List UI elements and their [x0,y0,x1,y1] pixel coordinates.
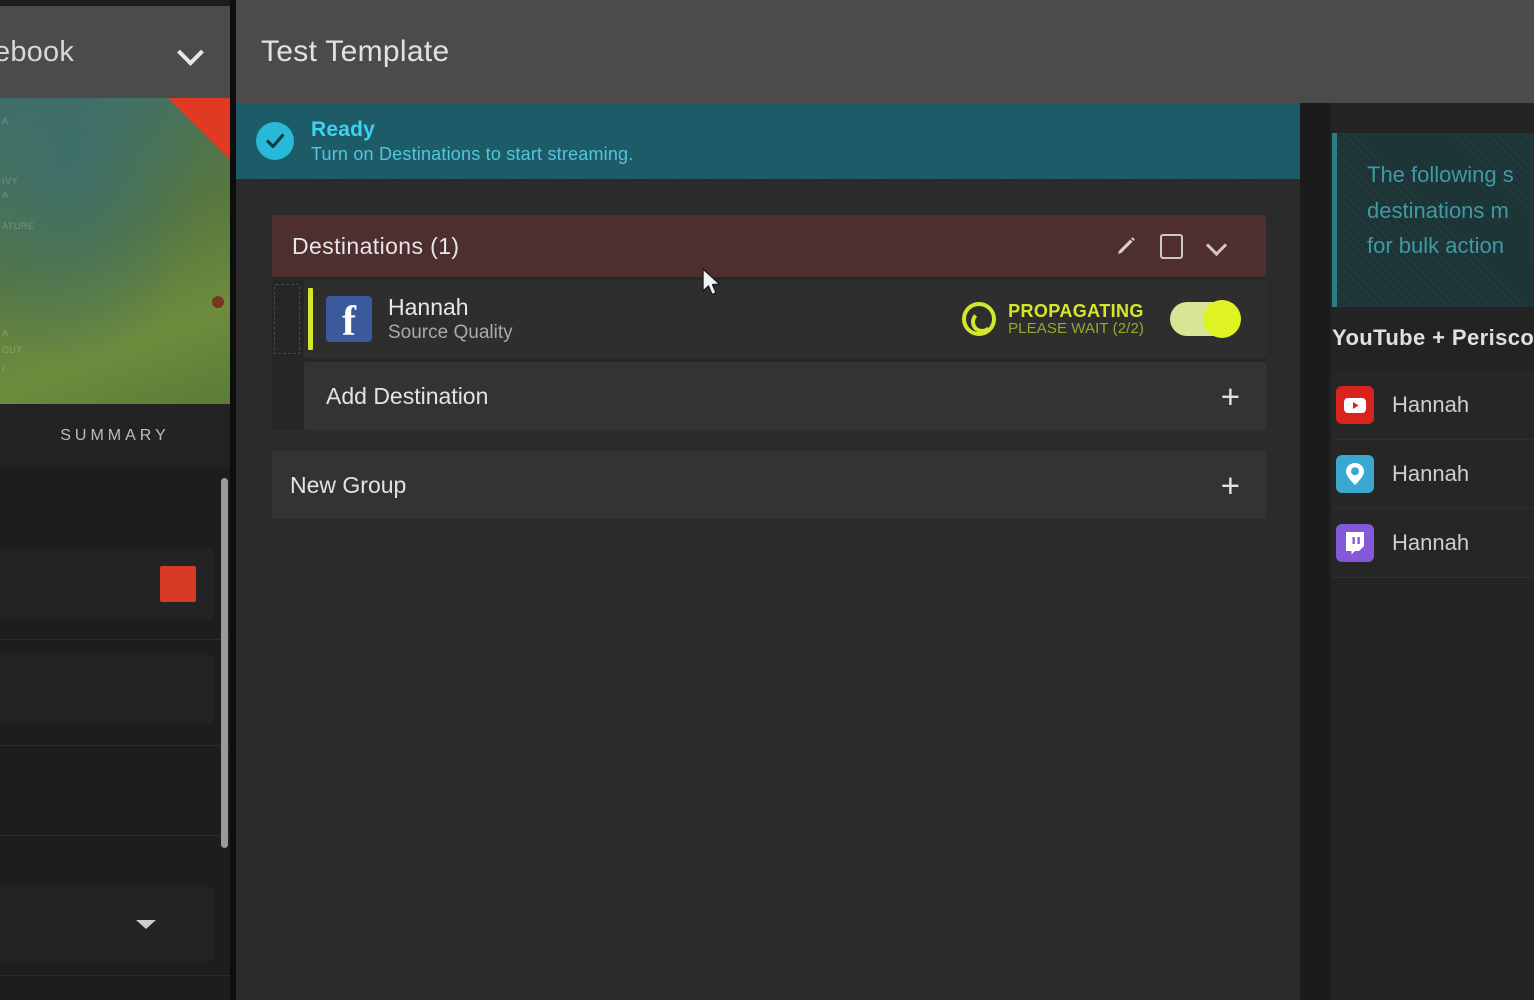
destination-status: PROPAGATING PLEASE WAIT (2/2) [962,300,1144,337]
page-title: Test Template [261,34,450,68]
right-panel-gap [1300,103,1330,1000]
add-destination-button[interactable]: Add Destination + [304,362,1266,430]
list-item[interactable] [0,887,214,961]
youtube-icon [1336,386,1374,424]
destination-name: Hannah [388,294,469,320]
destination-toggle[interactable] [1170,300,1241,338]
preview-ghost-line: ATURE [2,221,35,231]
plus-icon: + [1220,377,1240,415]
summary-tab[interactable]: SUMMARY [0,404,230,467]
main-content: Destinations (1) f Hannah Source Quality… [236,179,1300,1000]
left-sidebar-account-dropdown[interactable]: ebook [0,6,230,98]
spinner-icon [962,301,997,336]
preview-dot-marker [212,296,224,308]
status-subtitle: Turn on Destinations to start streaming. [311,143,634,164]
status-banner: Ready Turn on Destinations to start stre… [236,103,1300,179]
twitch-icon [1336,524,1374,562]
destinations-card: Destinations (1) f Hannah Source Quality… [272,215,1266,430]
destination-identity: Hannah Source Quality [388,294,513,344]
app-root: ebook A IVY A ATURE A OUT I SUMMARY Test… [0,0,1534,1000]
caret-down-icon[interactable] [136,919,156,929]
destination-row[interactable]: f Hannah Source Quality PROPAGATING PLEA… [274,280,1266,358]
preview-corner-marker [168,98,230,160]
preview-ghost-line: A [2,116,9,126]
status-title: Ready [311,117,376,141]
left-sidebar-list [0,467,230,1000]
preview-ghost-line: IVY [2,176,19,186]
stream-preview-thumbnail[interactable]: A IVY A ATURE A OUT I [0,98,230,404]
left-sidebar: ebook A IVY A ATURE A OUT I SUMMARY [0,0,236,1000]
chevron-down-icon[interactable] [1194,223,1240,269]
status-title: PROPAGATING [1008,300,1144,321]
divider [0,975,230,976]
destinations-header-label: Destinations (1) [292,232,460,259]
group-heading: YouTube + Perisco [1332,325,1534,350]
new-group-button[interactable]: New Group + [272,451,1266,519]
facebook-icon: f [326,296,372,345]
right-sidebar: The following s destinations m for bulk … [1330,103,1534,1000]
status-subtitle: PLEASE WAIT (2/2) [1008,319,1144,337]
preview-ghost-line: OUT [2,345,23,355]
chevron-down-icon[interactable] [178,39,204,65]
status-text-block: Ready Turn on Destinations to start stre… [311,118,633,165]
list-item[interactable]: Hannah [1332,371,1534,440]
list-item[interactable] [0,655,214,723]
list-item[interactable]: Hannah [1332,509,1534,578]
list-item[interactable] [0,549,214,619]
check-circle-icon [256,122,294,160]
list-item[interactable] [0,767,214,831]
preview-ghost-line: A [2,190,9,200]
bulk-action-info-text: The following s destinations m for bulk … [1367,162,1514,259]
periscope-icon [1336,455,1374,493]
facebook-glyph: f [342,298,356,345]
list-item[interactable]: Hannah [1332,440,1534,509]
destinations-body: f Hannah Source Quality PROPAGATING PLEA… [272,277,1266,430]
bulk-action-info-box: The following s destinations m for bulk … [1332,133,1534,307]
status-text: PROPAGATING PLEASE WAIT (2/2) [1008,300,1144,337]
destination-name: Hannah [1392,392,1470,417]
left-sidebar-scrollbar[interactable] [221,478,228,848]
preview-ghost-line: A [2,328,9,338]
destination-name: Hannah [1392,461,1470,486]
destinations-header[interactable]: Destinations (1) [272,215,1266,277]
top-bar: Test Template [236,0,1534,103]
plus-icon: + [1220,466,1240,504]
color-swatch[interactable] [160,566,196,602]
new-group-label: New Group [290,471,407,498]
summary-tab-label: SUMMARY [60,426,170,444]
drag-handle[interactable] [274,284,300,354]
toggle-knob [1203,300,1241,338]
divider [0,835,230,836]
divider [0,639,230,640]
divider [0,745,230,746]
right-destination-list: Hannah Hannah Hannah [1332,371,1534,578]
arrow-cursor-icon [701,268,723,300]
pencil-icon[interactable] [1102,223,1148,269]
preview-ghost-line: I [2,364,6,374]
square-checkbox-icon[interactable] [1148,223,1194,269]
add-destination-label: Add Destination [326,382,489,409]
destination-subtitle: Source Quality [388,322,513,343]
left-sidebar-account-label: ebook [0,35,75,68]
destination-name: Hannah [1392,530,1470,555]
row-accent-bar [308,288,313,350]
